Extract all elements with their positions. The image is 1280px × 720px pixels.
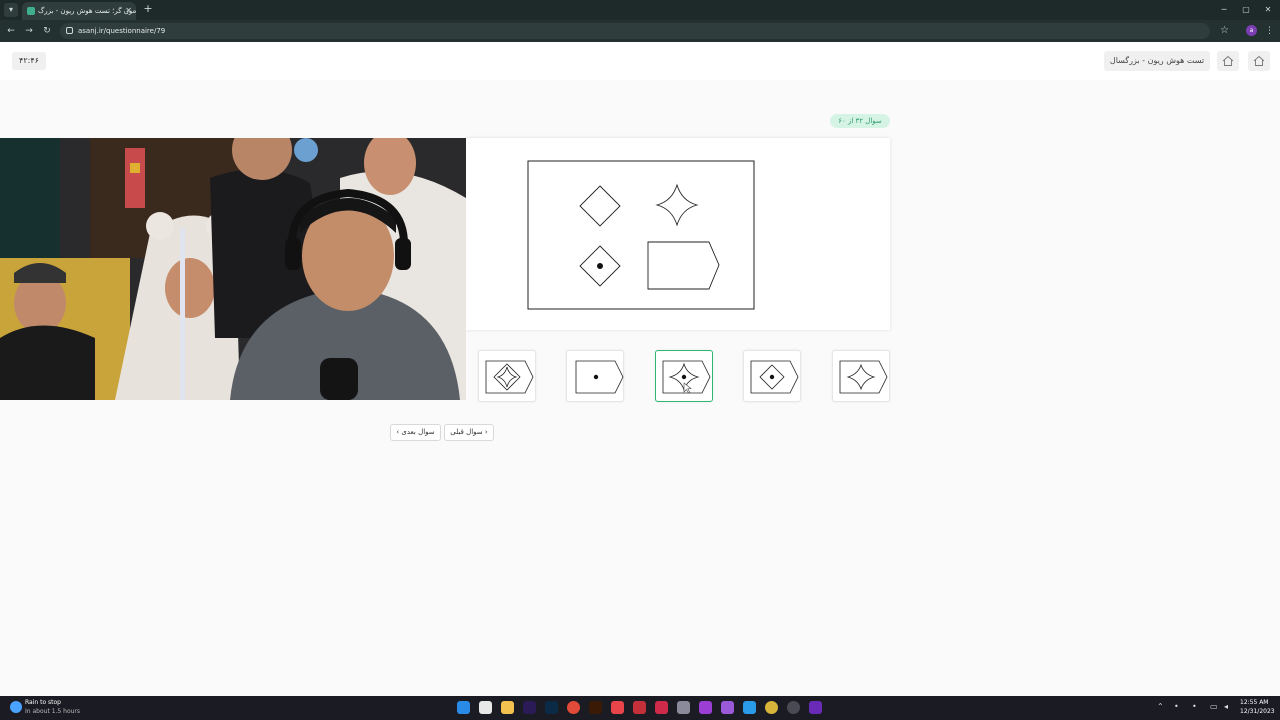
url-field[interactable]: asanj.ir/questionnaire/79 bbox=[60, 23, 1210, 39]
address-bar-row: ← → ↻ asanj.ir/questionnaire/79 ☆ bbox=[0, 20, 1280, 42]
browser-menu-icon[interactable]: ⋮ bbox=[1265, 24, 1274, 38]
answer-choice[interactable] bbox=[832, 350, 890, 402]
bookmark-star-icon[interactable]: ☆ bbox=[1220, 24, 1229, 38]
tab-close-icon[interactable]: ✕ bbox=[125, 2, 132, 20]
new-tab-button[interactable]: + bbox=[141, 2, 155, 16]
answer-choice[interactable] bbox=[743, 350, 801, 402]
premiere-icon[interactable] bbox=[523, 701, 536, 714]
taskbar-date[interactable]: 12/31/2023 bbox=[1240, 708, 1275, 715]
telegram-icon[interactable] bbox=[743, 701, 756, 714]
url-text: asanj.ir/questionnaire/79 bbox=[78, 27, 166, 35]
photoshop-icon[interactable] bbox=[545, 701, 558, 714]
tray-overflow-icon[interactable]: ⌃ bbox=[1157, 702, 1164, 711]
question-counter-badge: سوال ۳۲ از ۶۰ bbox=[830, 114, 890, 128]
chrome-icon[interactable] bbox=[567, 701, 580, 714]
window-close-button[interactable]: ✕ bbox=[1258, 3, 1278, 17]
file-explorer-icon[interactable] bbox=[501, 701, 514, 714]
chevron-right-icon: › bbox=[482, 428, 488, 436]
answer-choice[interactable] bbox=[566, 350, 624, 402]
app-icon[interactable] bbox=[633, 701, 646, 714]
answer-choice[interactable] bbox=[478, 350, 536, 402]
weather-detail[interactable]: In about 1.5 hours bbox=[25, 708, 80, 715]
page-header: ۴۲:۴۶ تست هوش ریون - بزرگسال bbox=[0, 42, 1280, 80]
volume-icon[interactable]: ◂ bbox=[1224, 702, 1228, 711]
minimize-button[interactable]: ─ bbox=[1214, 3, 1234, 17]
previous-question-button[interactable]: سوال قبلی › bbox=[444, 424, 494, 441]
maximize-button[interactable]: ▢ bbox=[1236, 3, 1256, 17]
home-icon[interactable] bbox=[1217, 51, 1239, 71]
start-windows-icon[interactable] bbox=[457, 701, 470, 714]
countdown-timer: ۴۲:۴۶ bbox=[12, 52, 46, 70]
site-favicon-icon bbox=[27, 7, 35, 15]
answer-choice-selected[interactable] bbox=[655, 350, 713, 402]
browser-tab[interactable]: آزمون گر؛ تست هوش ریون - بزرگ ✕ bbox=[22, 2, 136, 20]
reload-icon[interactable]: ↻ bbox=[40, 24, 54, 38]
browser-tab-bar: ▾ آزمون گر؛ تست هوش ریون - بزرگ ✕ + ─ ▢ … bbox=[0, 0, 1280, 20]
language-icon[interactable]: • bbox=[1192, 702, 1197, 711]
browser-icon[interactable] bbox=[765, 701, 778, 714]
question-matrix-figure bbox=[527, 160, 755, 310]
app-icon[interactable] bbox=[721, 701, 734, 714]
file-icon[interactable] bbox=[479, 701, 492, 714]
app-icon[interactable] bbox=[655, 701, 668, 714]
webcam-overlay bbox=[0, 138, 466, 400]
tab-title: آزمون گر؛ تست هوش ریون - بزرگ bbox=[38, 7, 136, 15]
profile-avatar[interactable]: a bbox=[1246, 25, 1257, 36]
forward-icon[interactable]: → bbox=[22, 24, 36, 38]
microphone-icon[interactable]: • bbox=[1174, 702, 1179, 711]
weather-icon[interactable] bbox=[10, 701, 22, 713]
home-icon[interactable] bbox=[1248, 51, 1270, 71]
taskbar-time[interactable]: 12:55 AM bbox=[1240, 699, 1268, 706]
breadcrumb-test-name[interactable]: تست هوش ریون - بزرگسال bbox=[1104, 51, 1210, 71]
network-icon[interactable]: ▭ bbox=[1210, 702, 1218, 711]
illustrator-icon[interactable] bbox=[589, 701, 602, 714]
windows-taskbar: Rain to stop In about 1.5 hours ⌃ • • ▭ … bbox=[0, 696, 1280, 720]
next-question-button[interactable]: ‹ سوال بعدی bbox=[390, 424, 441, 441]
site-info-icon[interactable] bbox=[66, 27, 73, 34]
settings-icon[interactable] bbox=[677, 701, 690, 714]
app-icon[interactable] bbox=[809, 701, 822, 714]
app-icon[interactable] bbox=[787, 701, 800, 714]
app-r-icon[interactable] bbox=[699, 701, 712, 714]
app-red-icon[interactable] bbox=[611, 701, 624, 714]
weather-status[interactable]: Rain to stop bbox=[25, 699, 61, 706]
back-icon[interactable]: ← bbox=[4, 24, 18, 38]
tab-search-button[interactable]: ▾ bbox=[4, 3, 18, 17]
